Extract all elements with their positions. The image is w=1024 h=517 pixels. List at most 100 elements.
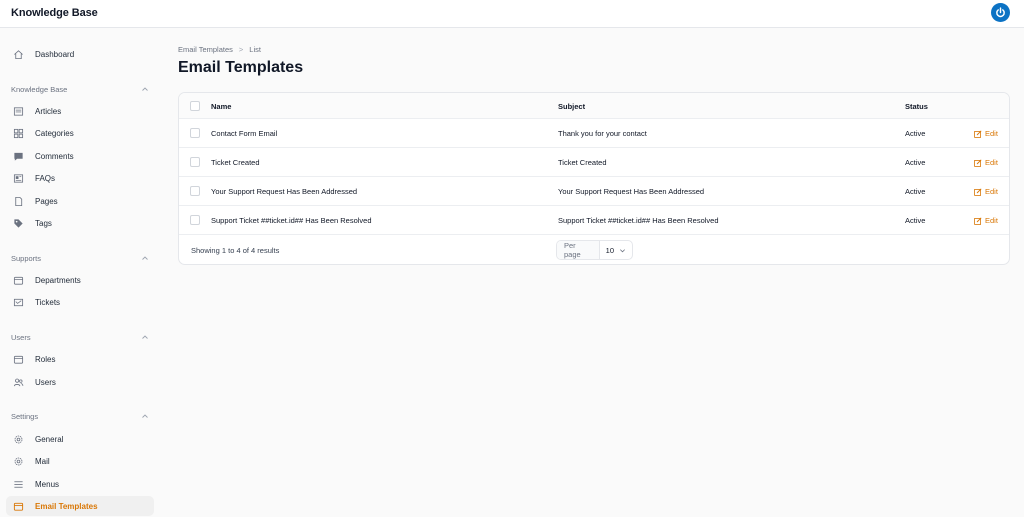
cell-name: Ticket Created [211, 158, 260, 167]
sidebar-item-label: General [35, 434, 64, 444]
table-row: Contact Form Email Thank you for your co… [179, 119, 1009, 148]
sidebar-item-label: FAQs [35, 173, 56, 183]
chevron-up-icon [142, 414, 148, 418]
sidebar-item-faqs[interactable]: FAQs [6, 168, 154, 188]
newspaper-icon [12, 105, 24, 117]
group-label: Knowledge Base [11, 84, 68, 94]
sidebar-item-label: Tags [35, 218, 52, 228]
breadcrumb-current: List [249, 45, 261, 54]
sidebar-item-tags[interactable]: Tags [6, 213, 154, 233]
chevron-up-icon [142, 87, 148, 91]
gear-icon [12, 433, 24, 445]
edit-button[interactable]: Edit [974, 187, 998, 196]
sidebar-item-label: Dashboard [35, 49, 75, 59]
sidebar-item-label: Pages [35, 196, 58, 206]
column-header-status[interactable]: Status [905, 102, 928, 111]
power-icon [996, 7, 1005, 18]
sidebar-item-users[interactable]: Users [6, 372, 154, 392]
row-checkbox[interactable] [190, 157, 200, 167]
cell-status: Active [905, 129, 926, 138]
edit-label: Edit [985, 129, 998, 138]
breadcrumb: Email Templates > List [178, 45, 261, 54]
table-header-row: Name Subject Status [179, 93, 1009, 119]
row-checkbox[interactable] [190, 128, 200, 138]
home-icon [12, 48, 24, 60]
select-all-checkbox[interactable] [190, 101, 200, 111]
edit-label: Edit [985, 216, 998, 225]
row-checkbox[interactable] [190, 215, 200, 225]
edit-button[interactable]: Edit [974, 216, 998, 225]
group-header-users[interactable]: Users [11, 330, 149, 344]
cell-subject: Your Support Request Has Been Addressed [558, 187, 705, 196]
sidebar-item-general[interactable]: General [6, 429, 154, 449]
sidebar-item-departments[interactable]: Departments [6, 270, 154, 290]
sidebar-item-comments[interactable]: Comments [6, 146, 154, 166]
menu-icon [12, 478, 24, 490]
gear-icon [12, 455, 24, 467]
sidebar-item-label: Menus [35, 479, 60, 489]
inbox-icon [12, 274, 24, 286]
edit-button[interactable]: Edit [974, 158, 998, 167]
per-page-value: 10 [605, 245, 614, 255]
inbox-icon [12, 500, 24, 512]
sidebar-item-tickets[interactable]: Tickets [6, 292, 154, 312]
sidebar-item-categories[interactable]: Categories [6, 123, 154, 143]
group-header-settings[interactable]: Settings [11, 409, 149, 423]
sidebar-item-label: Roles [35, 354, 56, 364]
per-page-select[interactable]: 10 [600, 241, 632, 259]
sidebar-item-label: Email Templates [35, 501, 98, 511]
page-title: Email Templates [178, 59, 304, 76]
column-header-subject[interactable]: Subject [558, 102, 585, 111]
table-row: Ticket Created Ticket Created Active Edi… [179, 148, 1009, 177]
cell-status: Active [905, 187, 926, 196]
per-page-control: Per page 10 [556, 240, 633, 260]
pencil-square-icon [974, 187, 982, 196]
sidebar-item-email-templates[interactable]: Email Templates [6, 496, 154, 516]
sidebar: Dashboard Knowledge Base Articles Catego… [0, 28, 160, 517]
chevron-up-icon [142, 335, 148, 339]
cell-subject: Thank you for your contact [558, 129, 647, 138]
edit-label: Edit [985, 187, 998, 196]
inbox-icon [12, 353, 24, 365]
cell-name: Your Support Request Has Been Addressed [211, 187, 358, 196]
chat-icon [12, 150, 24, 162]
sidebar-item-mail[interactable]: Mail [6, 451, 154, 471]
edit-button[interactable]: Edit [974, 129, 998, 138]
sidebar-item-pages[interactable]: Pages [6, 191, 154, 211]
chevron-up-icon [142, 256, 148, 260]
table-footer: Showing 1 to 4 of 4 results Per page 10 [179, 235, 1009, 264]
per-page-label: Per page [557, 241, 600, 259]
group-label: Users [11, 332, 31, 342]
cell-subject: Ticket Created [558, 158, 607, 167]
column-header-name[interactable]: Name [211, 102, 231, 111]
cell-subject: Support Ticket ##ticket.id## Has Been Re… [558, 216, 719, 225]
user-menu-button[interactable] [991, 3, 1010, 22]
group-header-supports[interactable]: Supports [11, 251, 149, 265]
pagination-summary: Showing 1 to 4 of 4 results [191, 246, 280, 255]
chevron-right-icon: > [238, 45, 244, 54]
users-icon [12, 376, 24, 388]
sidebar-item-label: Categories [35, 128, 74, 138]
cell-status: Active [905, 216, 926, 225]
top-bar: Knowledge Base [0, 0, 1024, 28]
pencil-square-icon [974, 216, 982, 225]
grid-icon [12, 127, 24, 139]
sidebar-item-label: Tickets [35, 297, 61, 307]
document-icon [12, 195, 24, 207]
cell-status: Active [905, 158, 926, 167]
sidebar-item-label: Mail [35, 456, 50, 466]
group-header-knowledge-base[interactable]: Knowledge Base [11, 82, 149, 96]
edit-label: Edit [985, 158, 998, 167]
group-label: Supports [11, 253, 42, 263]
tag-icon [12, 217, 24, 229]
sidebar-item-menus[interactable]: Menus [6, 474, 154, 494]
group-label: Settings [11, 411, 39, 421]
sidebar-item-dashboard[interactable]: Dashboard [6, 44, 154, 64]
table-row: Your Support Request Has Been Addressed … [179, 177, 1009, 206]
sidebar-item-label: Departments [35, 275, 81, 285]
row-checkbox[interactable] [190, 186, 200, 196]
breadcrumb-link[interactable]: Email Templates [178, 45, 233, 54]
app-title[interactable]: Knowledge Base [11, 7, 98, 19]
sidebar-item-articles[interactable]: Articles [6, 101, 154, 121]
sidebar-item-roles[interactable]: Roles [6, 349, 154, 369]
